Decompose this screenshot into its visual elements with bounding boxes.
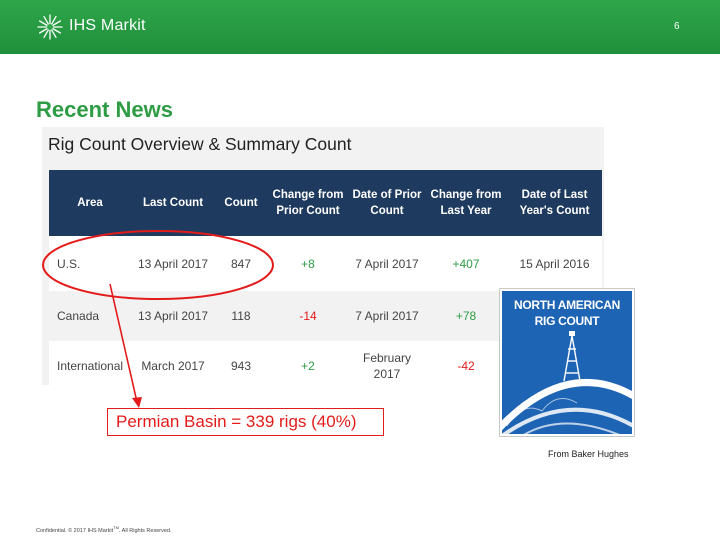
brand-name: IHS Markit: [69, 17, 146, 34]
cell-change-prior: -14: [267, 291, 349, 341]
footer-text: Confidential. © 2017 IHS Markit: [36, 527, 114, 534]
header-bar: IHS Markit 6: [0, 0, 720, 54]
column-header-change-prior: Change from Prior Count: [267, 170, 349, 236]
callout-arrow-icon: [109, 283, 142, 408]
column-header-change-year: Change from Last Year: [425, 170, 507, 236]
ihs-markit-logo-icon: [37, 14, 63, 40]
cell-date-prior: 7 April 2017: [349, 236, 425, 291]
cell-change-prior: +2: [267, 341, 349, 391]
cell-date-prior: February 2017: [349, 341, 425, 391]
badge-title-line-1: NORTH AMERICAN: [513, 298, 620, 312]
cell-date-last-year: 15 April 2016: [507, 236, 602, 291]
source-credit: From Baker Hughes: [548, 449, 629, 459]
column-header-date-prior: Date of Prior Count: [349, 170, 425, 236]
cell-count: 943: [215, 341, 267, 391]
badge-title-line-2: RIG COUNT: [534, 314, 600, 328]
permian-basin-callout: Permian Basin = 339 rigs (40%): [107, 408, 384, 436]
cell-change-year: -42: [425, 341, 507, 391]
slide-title: Recent News: [36, 97, 173, 122]
page-number: 6: [674, 21, 680, 32]
cell-change-year: +407: [425, 236, 507, 291]
column-header-date-last-year: Date of Last Year's Count: [507, 170, 602, 236]
cell-change-year: +78: [425, 291, 507, 341]
cell-date-prior: 7 April 2017: [349, 291, 425, 341]
footer-copyright: Confidential. © 2017 IHS MarkitTM. All R…: [36, 525, 171, 534]
oil-rig-globe-icon: [502, 331, 632, 434]
footer-suffix: . All Rights Reserved.: [118, 527, 172, 534]
table-header-row: Area Last Count Count Change from Prior …: [49, 170, 602, 236]
column-header-last-count: Last Count: [131, 170, 215, 236]
column-header-count: Count: [215, 170, 267, 236]
cell-change-prior: +8: [267, 236, 349, 291]
panel-title: Rig Count Overview & Summary Count: [48, 134, 352, 154]
north-american-rig-count-badge: NORTH AMERICAN RIG COUNT: [499, 288, 635, 437]
column-header-area: Area: [49, 170, 131, 236]
